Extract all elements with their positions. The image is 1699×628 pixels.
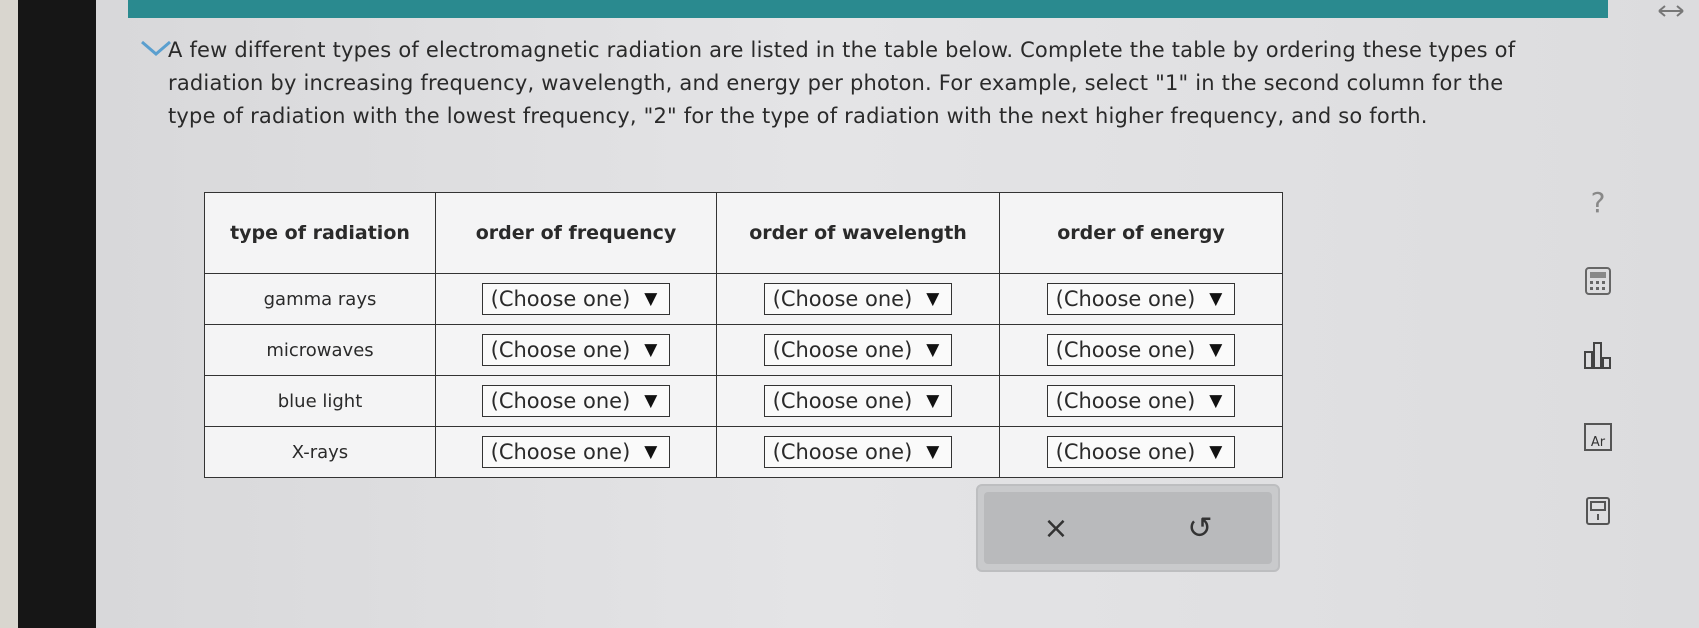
dropdown-arrow-icon: ▼ xyxy=(1209,391,1223,411)
dropdown-value: (Choose one) xyxy=(772,338,913,362)
radiation-type: X-rays xyxy=(204,426,436,478)
question-line: A few different types of electromagnetic… xyxy=(168,38,1516,62)
energy-dropdown[interactable]: (Choose one) ▼ xyxy=(1046,283,1236,315)
wavelength-dropdown[interactable]: (Choose one) ▼ xyxy=(763,436,953,468)
dropdown-value: (Choose one) xyxy=(490,440,631,464)
dropdown-arrow-icon: ▼ xyxy=(926,340,940,360)
question-line: type of radiation with the lowest freque… xyxy=(168,104,1428,128)
top-bar xyxy=(128,0,1608,18)
clear-button[interactable]: × xyxy=(1026,511,1086,546)
radiation-type: blue light xyxy=(204,375,436,427)
calculator-icon xyxy=(1585,267,1611,295)
question-text: A few different types of electromagnetic… xyxy=(168,34,1658,133)
reference-button[interactable] xyxy=(1581,494,1615,528)
resize-icon[interactable] xyxy=(1657,0,1685,24)
frequency-dropdown[interactable]: (Choose one) ▼ xyxy=(481,385,671,417)
dropdown-arrow-icon: ▼ xyxy=(644,442,658,462)
action-panel: × ↺ xyxy=(976,484,1280,572)
table-header-row: type of radiation order of frequency ord… xyxy=(204,192,1283,274)
bar-chart-icon xyxy=(1584,342,1611,369)
help-button[interactable]: ? xyxy=(1581,185,1615,219)
dropdown-value: (Choose one) xyxy=(1055,338,1196,362)
frequency-dropdown[interactable]: (Choose one) ▼ xyxy=(481,436,671,468)
periodic-label: Ar xyxy=(1591,435,1606,450)
undo-button[interactable]: ↺ xyxy=(1170,511,1230,546)
energy-dropdown[interactable]: (Choose one) ▼ xyxy=(1046,334,1236,366)
dropdown-value: (Choose one) xyxy=(1055,389,1196,413)
header-frequency: order of frequency xyxy=(435,192,717,274)
dropdown-arrow-icon: ▼ xyxy=(644,340,658,360)
calculator-button[interactable] xyxy=(1581,264,1615,298)
screen: A few different types of electromagnetic… xyxy=(96,0,1699,628)
monitor-bezel-left xyxy=(0,0,18,628)
wavelength-dropdown[interactable]: (Choose one) ▼ xyxy=(763,385,953,417)
dropdown-value: (Choose one) xyxy=(490,338,631,362)
table-row: blue light (Choose one) ▼ (Choose one) ▼ (… xyxy=(204,375,1283,427)
dropdown-arrow-icon: ▼ xyxy=(926,442,940,462)
dropdown-arrow-icon: ▼ xyxy=(926,289,940,309)
wavelength-dropdown[interactable]: (Choose one) ▼ xyxy=(763,334,953,366)
radiation-type: microwaves xyxy=(204,324,436,376)
question-line: radiation by increasing frequency, wavel… xyxy=(168,71,1504,95)
dropdown-arrow-icon: ▼ xyxy=(1209,442,1223,462)
wavelength-dropdown[interactable]: (Choose one) ▼ xyxy=(763,283,953,315)
header-type: type of radiation xyxy=(204,192,436,274)
dropdown-value: (Choose one) xyxy=(490,389,631,413)
dropdown-value: (Choose one) xyxy=(490,287,631,311)
reference-book-icon xyxy=(1586,497,1610,525)
chart-button[interactable] xyxy=(1581,338,1615,372)
periodic-table-button[interactable]: Ar xyxy=(1581,420,1615,454)
monitor-bezel-dark xyxy=(18,0,96,628)
radiation-type: gamma rays xyxy=(204,273,436,325)
dropdown-arrow-icon: ▼ xyxy=(644,391,658,411)
header-wavelength: order of wavelength xyxy=(716,192,1000,274)
frequency-dropdown[interactable]: (Choose one) ▼ xyxy=(481,283,671,315)
header-energy: order of energy xyxy=(999,192,1283,274)
energy-dropdown[interactable]: (Choose one) ▼ xyxy=(1046,385,1236,417)
dropdown-arrow-icon: ▼ xyxy=(1209,340,1223,360)
dropdown-value: (Choose one) xyxy=(772,389,913,413)
frequency-dropdown[interactable]: (Choose one) ▼ xyxy=(481,334,671,366)
dropdown-arrow-icon: ▼ xyxy=(926,391,940,411)
energy-dropdown[interactable]: (Choose one) ▼ xyxy=(1046,436,1236,468)
dropdown-arrow-icon: ▼ xyxy=(1209,289,1223,309)
table-row: microwaves (Choose one) ▼ (Choose one) ▼ (… xyxy=(204,324,1283,376)
dropdown-value: (Choose one) xyxy=(1055,440,1196,464)
table-row: gamma rays (Choose one) ▼ (Choose one) ▼ (… xyxy=(204,273,1283,325)
dropdown-value: (Choose one) xyxy=(1055,287,1196,311)
dropdown-arrow-icon: ▼ xyxy=(644,289,658,309)
dropdown-value: (Choose one) xyxy=(772,440,913,464)
table-row: X-rays (Choose one) ▼ (Choose one) ▼ (Choo… xyxy=(204,426,1283,478)
radiation-table: type of radiation order of frequency ord… xyxy=(204,192,1283,478)
periodic-table-icon: Ar xyxy=(1584,423,1612,451)
dropdown-value: (Choose one) xyxy=(772,287,913,311)
